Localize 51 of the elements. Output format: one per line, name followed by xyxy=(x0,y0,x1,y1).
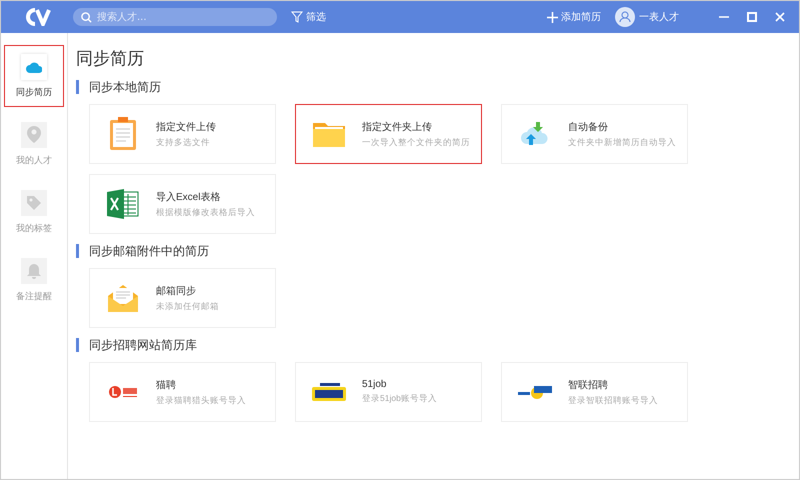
section-title: 同步招聘网站简历库 xyxy=(76,338,799,352)
add-resume-button[interactable]: 添加简历 xyxy=(547,10,601,24)
page-title: 同步简历 xyxy=(76,48,145,70)
card-title: 51job xyxy=(362,379,388,390)
tag-icon xyxy=(26,194,42,210)
spreadsheet-icon xyxy=(107,189,139,219)
clipboard-icon xyxy=(109,117,137,151)
card-title: 猫聘 xyxy=(156,378,177,392)
user-name: 一表人才 xyxy=(639,10,679,24)
folder-icon xyxy=(313,121,345,147)
filter-icon xyxy=(291,11,303,23)
app-logo-icon xyxy=(25,8,51,26)
brand-logo-icon xyxy=(108,385,138,399)
brand-logo-icon xyxy=(518,384,552,400)
import-option-card[interactable]: 自动备份 文件夹中新增简历自动导入 xyxy=(501,104,688,164)
filter-button[interactable]: 筛选 xyxy=(291,10,326,24)
envelope-icon xyxy=(108,284,138,312)
card-subtitle: 登录智联招聘账号导入 xyxy=(568,394,658,406)
maximize-icon[interactable] xyxy=(747,12,757,22)
import-option-card[interactable]: 猫聘 登录猫聘猎头账号导入 xyxy=(89,362,276,422)
card-title: 智联招聘 xyxy=(568,378,609,392)
plus-icon xyxy=(547,12,558,22)
sidebar-item[interactable]: 同步简历 xyxy=(4,45,64,107)
card-subtitle: 支持多选文件 xyxy=(156,136,211,148)
card-subtitle: 根据模版修改表格后导入 xyxy=(156,206,255,218)
card-subtitle: 一次导入整个文件夹的简历 xyxy=(362,136,470,148)
brand-logo-icon xyxy=(312,383,346,401)
search-icon xyxy=(81,12,92,23)
avatar-icon[interactable] xyxy=(615,7,635,27)
import-option-card[interactable]: 指定文件上传 支持多选文件 xyxy=(89,104,276,164)
person-pin-icon xyxy=(27,126,41,143)
cloud-sync-icon xyxy=(521,122,549,146)
close-icon[interactable] xyxy=(775,12,785,22)
bell-icon xyxy=(27,262,41,278)
section-title: 同步本地简历 xyxy=(76,80,799,94)
import-option-card[interactable]: 指定文件夹上传 一次导入整个文件夹的简历 xyxy=(295,104,482,164)
card-title: 导入Excel表格 xyxy=(156,190,222,204)
card-subtitle: 登录51job账号导入 xyxy=(362,393,437,405)
import-option-card[interactable]: 智联招聘 登录智联招聘账号导入 xyxy=(501,362,688,422)
section-title: 同步邮箱附件中的简历 xyxy=(76,244,799,258)
card-title: 邮箱同步 xyxy=(156,284,197,298)
import-option-card[interactable]: 51job 登录51job账号导入 xyxy=(295,362,482,422)
card-subtitle: 文件夹中新增简历自动导入 xyxy=(568,136,676,148)
cloud-icon xyxy=(26,60,42,72)
import-option-card[interactable]: 邮箱同步 未添加任何邮箱 xyxy=(89,268,276,328)
card-title: 指定文件上传 xyxy=(156,120,216,134)
card-subtitle: 登录猫聘猎头账号导入 xyxy=(156,394,246,406)
card-title: 指定文件夹上传 xyxy=(362,120,433,134)
card-subtitle: 未添加任何邮箱 xyxy=(156,300,219,312)
card-title: 自动备份 xyxy=(568,120,609,134)
import-option-card[interactable]: 导入Excel表格 根据模版修改表格后导入 xyxy=(89,174,276,234)
